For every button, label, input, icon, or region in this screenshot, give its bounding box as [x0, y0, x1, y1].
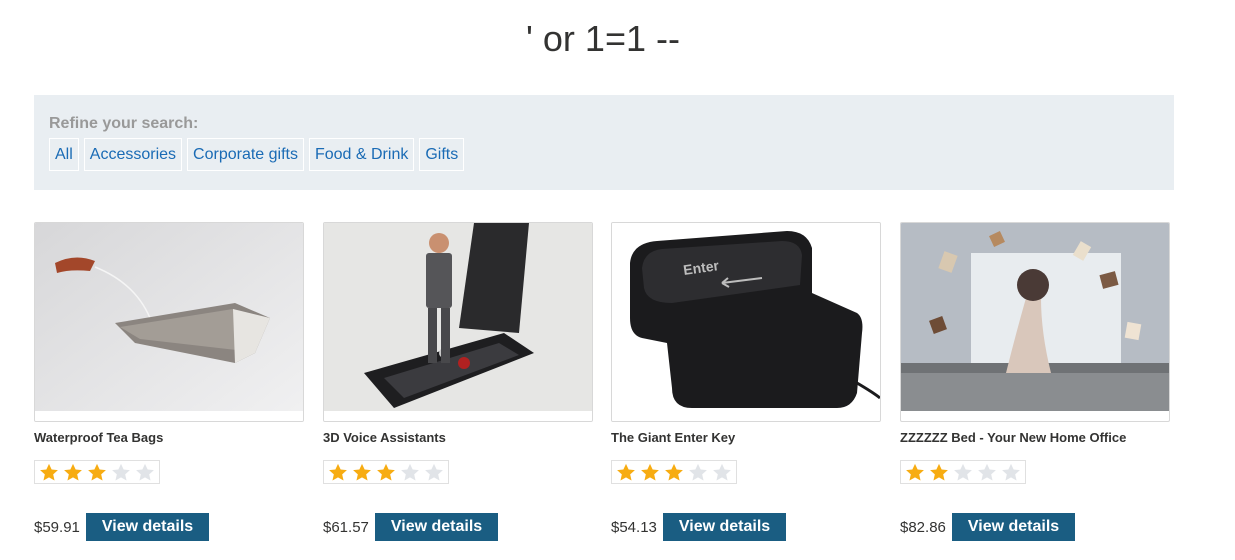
star-filled-icon [930, 463, 948, 481]
product-card: ZZZZZZ Bed - Your New Home Office $82.86… [900, 222, 1170, 541]
view-details-button[interactable]: View details [662, 513, 787, 541]
star-empty-icon [112, 463, 130, 481]
product-card: Enter The Giant Enter Key $54.13 View de… [611, 222, 881, 541]
filter-link-accessories[interactable]: Accessories [83, 138, 183, 171]
view-details-button[interactable]: View details [374, 513, 499, 541]
star-filled-icon [617, 463, 635, 481]
filter-panel: Refine your search: All Accessories Corp… [34, 95, 1174, 190]
view-details-button[interactable]: View details [951, 513, 1076, 541]
filter-link-corporate-gifts[interactable]: Corporate gifts [187, 138, 304, 171]
product-name[interactable]: ZZZZZZ Bed - Your New Home Office [900, 430, 1170, 445]
product-image-tea-bag[interactable] [34, 222, 304, 422]
product-card: Waterproof Tea Bags $59.91 View details [34, 222, 304, 541]
product-name[interactable]: The Giant Enter Key [611, 430, 881, 445]
star-empty-icon [401, 463, 419, 481]
star-rating [611, 460, 737, 484]
product-image-bed-office[interactable] [900, 222, 1170, 422]
star-empty-icon [136, 463, 154, 481]
product-price: $59.91 [34, 518, 80, 536]
page-title: ' or 1=1 -- [526, 18, 680, 59]
star-filled-icon [353, 463, 371, 481]
filter-links: All Accessories Corporate gifts Food & D… [49, 138, 465, 171]
product-image-voice-assistant[interactable] [323, 222, 593, 422]
star-rating [900, 460, 1026, 484]
product-price: $82.86 [900, 518, 946, 536]
star-filled-icon [329, 463, 347, 481]
product-name[interactable]: 3D Voice Assistants [323, 430, 593, 445]
star-empty-icon [425, 463, 443, 481]
star-rating [34, 460, 160, 484]
star-empty-icon [689, 463, 707, 481]
filter-label: Refine your search: [49, 115, 199, 132]
star-empty-icon [954, 463, 972, 481]
product-price: $61.57 [323, 518, 369, 536]
filter-link-food-drink[interactable]: Food & Drink [308, 138, 415, 171]
product-image-enter-key[interactable]: Enter [611, 222, 881, 422]
star-rating [323, 460, 449, 484]
star-filled-icon [906, 463, 924, 481]
star-filled-icon [40, 463, 58, 481]
star-filled-icon [377, 463, 395, 481]
product-name[interactable]: Waterproof Tea Bags [34, 430, 304, 445]
product-card: 3D Voice Assistants $61.57 View details [323, 222, 593, 541]
view-details-button[interactable]: View details [85, 513, 210, 541]
star-filled-icon [88, 463, 106, 481]
star-filled-icon [64, 463, 82, 481]
star-empty-icon [713, 463, 731, 481]
star-filled-icon [665, 463, 683, 481]
star-filled-icon [641, 463, 659, 481]
filter-link-all[interactable]: All [49, 138, 79, 171]
filter-link-gifts[interactable]: Gifts [419, 138, 465, 171]
star-empty-icon [978, 463, 996, 481]
product-price: $54.13 [611, 518, 657, 536]
star-empty-icon [1002, 463, 1020, 481]
